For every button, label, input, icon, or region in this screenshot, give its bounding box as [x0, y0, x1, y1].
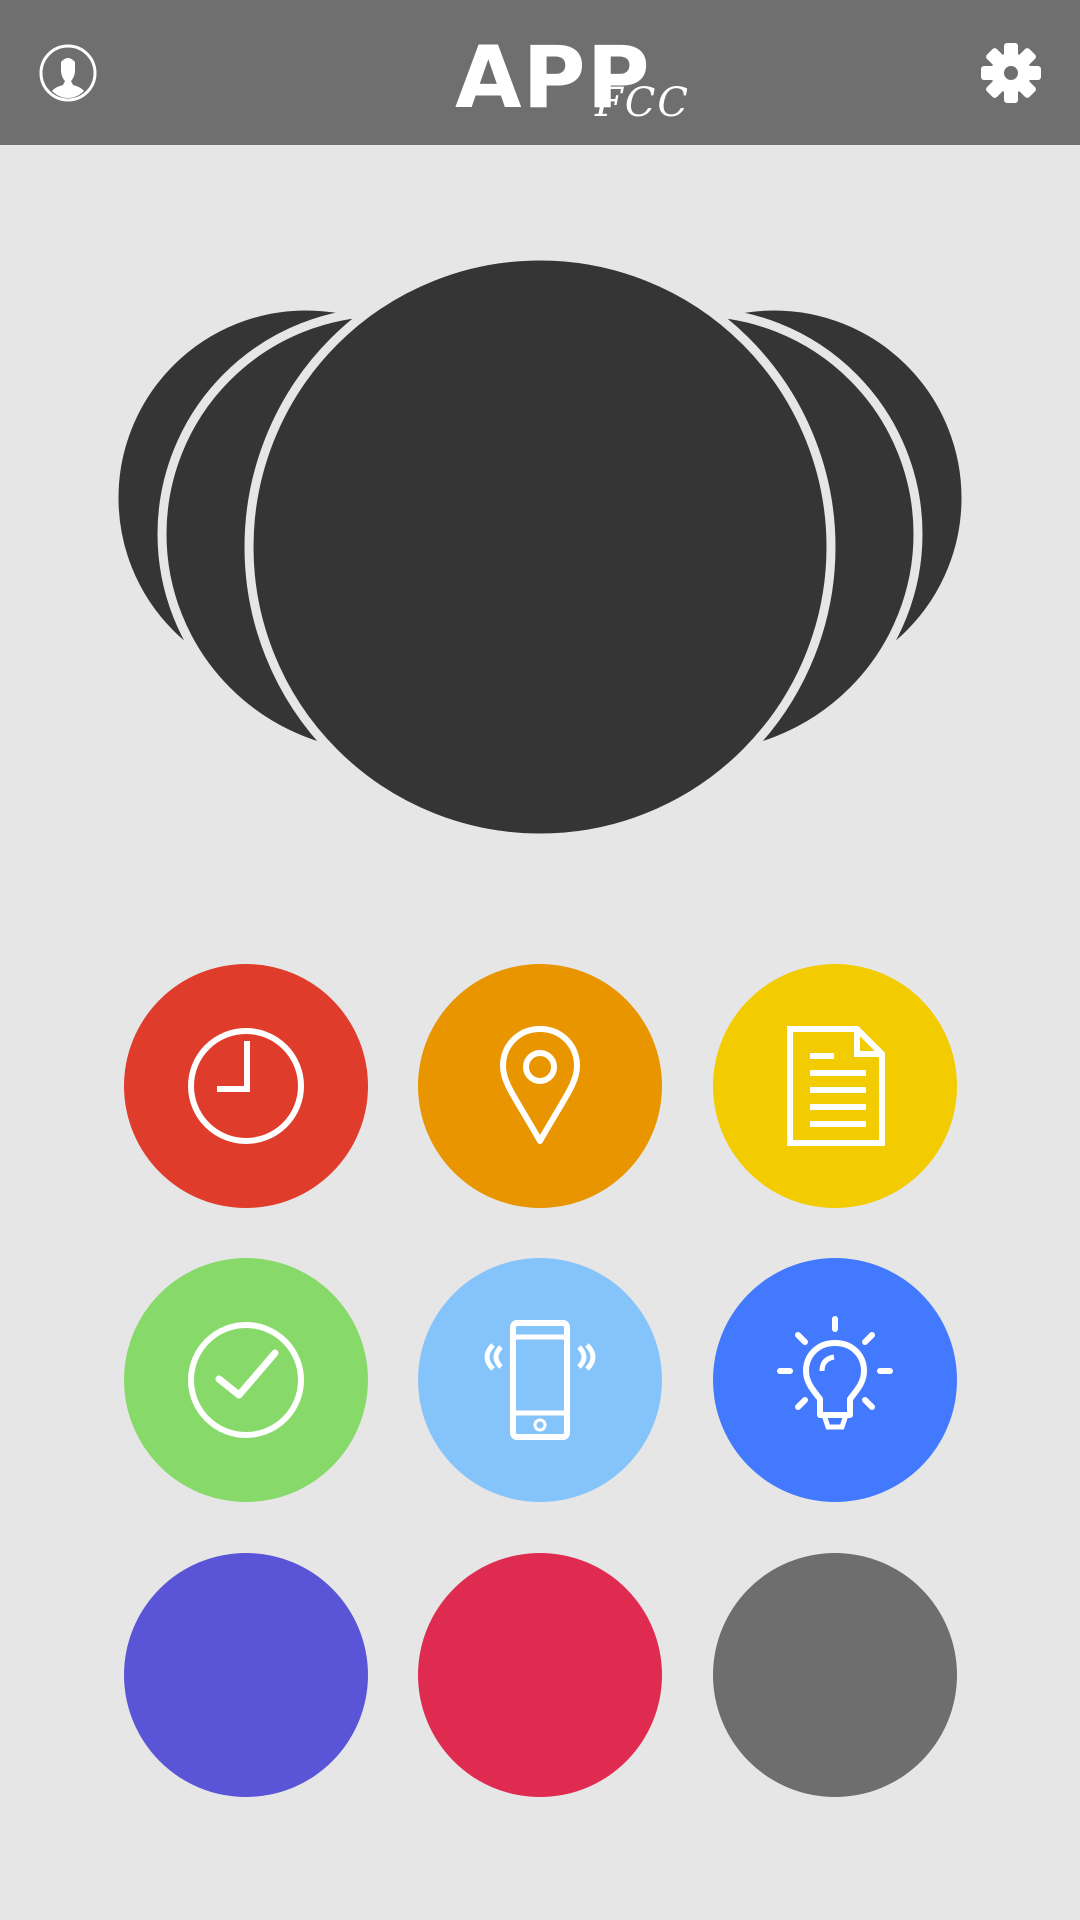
profile-button[interactable] [35, 40, 101, 106]
check-button[interactable] [124, 1258, 368, 1502]
settings-button[interactable] [978, 40, 1044, 106]
crimson-button[interactable] [418, 1553, 662, 1797]
document-icon [787, 1026, 885, 1146]
check-circle-icon [188, 1322, 304, 1438]
clock-icon [188, 1028, 304, 1144]
circle-carousel[interactable] [0, 200, 1080, 860]
gray-button[interactable] [713, 1553, 957, 1797]
gear-icon [981, 43, 1041, 103]
app-logo: APP FCC [455, 28, 695, 128]
vibrating-phone-icon [484, 1320, 596, 1440]
carousel-item-active[interactable] [244, 251, 836, 843]
lightbulb-icon [777, 1316, 893, 1430]
app-logo-sub: FCC [595, 80, 690, 126]
app-header: APP FCC [0, 0, 1080, 145]
phone-button[interactable] [418, 1258, 662, 1502]
idea-button[interactable] [713, 1258, 957, 1502]
document-button[interactable] [713, 964, 957, 1208]
clock-button[interactable] [124, 964, 368, 1208]
purple-button[interactable] [124, 1553, 368, 1797]
user-profile-icon [39, 44, 97, 102]
location-pin-icon [500, 1026, 580, 1144]
location-button[interactable] [418, 964, 662, 1208]
